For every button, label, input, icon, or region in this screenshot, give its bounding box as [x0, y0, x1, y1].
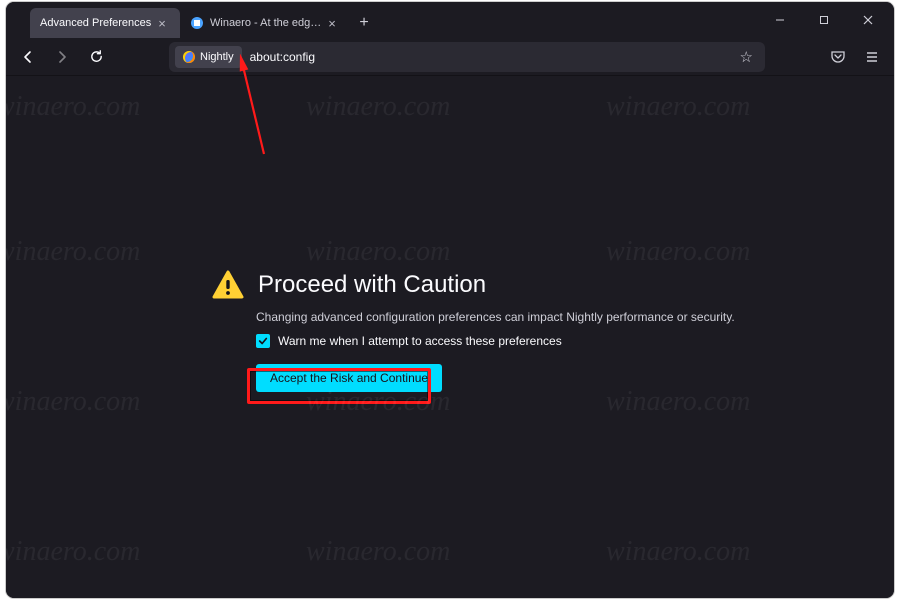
titlebar: Advanced Preferences × Winaero - At the …	[6, 2, 894, 38]
watermark: winaero.com	[6, 386, 140, 418]
minimize-button[interactable]	[758, 2, 802, 38]
watermark: winaero.com	[6, 236, 140, 268]
new-tab-button[interactable]: +	[350, 8, 378, 38]
about-config-warning: Proceed with Caution Changing advanced c…	[212, 270, 772, 392]
url-text: about:config	[250, 50, 734, 64]
watermark: winaero.com	[306, 91, 450, 123]
warning-body-text: Changing advanced configuration preferen…	[256, 310, 772, 324]
close-icon[interactable]: ×	[154, 16, 170, 31]
tab-advanced-preferences[interactable]: Advanced Preferences ×	[30, 8, 180, 38]
window-controls	[758, 2, 894, 38]
tab-label: Winaero - At the edge of tweaking	[210, 17, 324, 29]
watermark: winaero.com	[606, 536, 750, 568]
firefox-icon	[183, 51, 195, 63]
pocket-button[interactable]	[822, 42, 854, 72]
warn-checkbox[interactable]	[256, 334, 270, 348]
warning-title: Proceed with Caution	[258, 271, 486, 299]
url-bar[interactable]: Nightly about:config ☆	[169, 42, 765, 72]
navigation-toolbar: Nightly about:config ☆	[6, 38, 894, 76]
maximize-button[interactable]	[802, 2, 846, 38]
identity-box[interactable]: Nightly	[175, 46, 242, 68]
tab-strip: Advanced Preferences × Winaero - At the …	[6, 2, 758, 38]
watermark: winaero.com	[606, 236, 750, 268]
identity-label: Nightly	[200, 51, 234, 63]
content-area: Proceed with Caution Changing advanced c…	[6, 76, 894, 598]
watermark: winaero.com	[6, 536, 140, 568]
toolbar-right	[822, 42, 888, 72]
close-icon[interactable]: ×	[324, 16, 340, 31]
bookmark-star-icon[interactable]: ☆	[734, 48, 759, 66]
browser-window: Advanced Preferences × Winaero - At the …	[6, 2, 894, 598]
warning-header: Proceed with Caution	[212, 270, 772, 300]
accept-row: Accept the Risk and Continue	[256, 364, 772, 392]
tab-label: Advanced Preferences	[40, 17, 154, 29]
app-menu-button[interactable]	[856, 42, 888, 72]
watermark: winaero.com	[606, 91, 750, 123]
warn-checkbox-label: Warn me when I attempt to access these p…	[278, 334, 562, 348]
tab-winaero[interactable]: Winaero - At the edge of tweaking ×	[180, 8, 350, 38]
watermark: winaero.com	[306, 536, 450, 568]
close-button[interactable]	[846, 2, 890, 38]
reload-button[interactable]	[80, 42, 112, 72]
watermark: winaero.com	[6, 91, 140, 123]
favicon-icon	[190, 16, 204, 30]
accept-risk-button[interactable]: Accept the Risk and Continue	[256, 364, 442, 392]
warn-checkbox-row: Warn me when I attempt to access these p…	[256, 334, 772, 348]
forward-button[interactable]	[46, 42, 78, 72]
warning-triangle-icon	[212, 270, 244, 300]
back-button[interactable]	[12, 42, 44, 72]
watermark: winaero.com	[306, 236, 450, 268]
